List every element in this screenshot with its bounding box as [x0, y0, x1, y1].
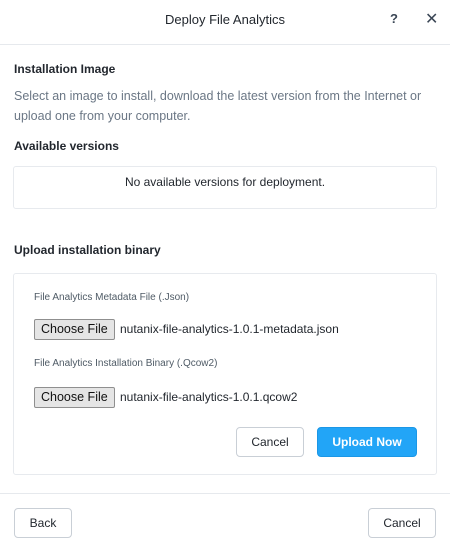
upload-binary-heading: Upload installation binary [14, 243, 161, 257]
installation-image-heading: Installation Image [14, 62, 116, 76]
binary-choose-file-button[interactable]: Choose File [34, 387, 115, 408]
deploy-dialog: Deploy File Analytics ? ✕ Installation I… [0, 0, 450, 549]
binary-file-name: nutanix-file-analytics-1.0.1.qcow2 [120, 390, 298, 404]
upload-cancel-button[interactable]: Cancel [236, 427, 304, 457]
metadata-file-label: File Analytics Metadata File (.Json) [34, 292, 190, 303]
dialog-header: Deploy File Analytics ? ✕ [0, 0, 450, 45]
dialog-footer: Back Cancel [0, 493, 450, 550]
metadata-choose-file-button[interactable]: Choose File [34, 319, 115, 340]
upload-panel: File Analytics Metadata File (.Json) Cho… [13, 273, 437, 475]
help-icon[interactable]: ? [390, 11, 398, 26]
metadata-file-name: nutanix-file-analytics-1.0.1-metadata.js… [120, 322, 339, 336]
installation-image-description: Select an image to install, download the… [14, 89, 422, 123]
binary-file-label: File Analytics Installation Binary (.Qco… [34, 358, 218, 369]
no-versions-message: No available versions for deployment. [124, 175, 326, 189]
upload-now-button[interactable]: Upload Now [317, 427, 417, 457]
available-versions-list: No available versions for deployment. [13, 166, 437, 209]
close-icon[interactable]: ✕ [425, 9, 438, 29]
footer-cancel-button[interactable]: Cancel [368, 508, 436, 538]
dialog-title: Deploy File Analytics [165, 12, 285, 27]
available-versions-heading: Available versions [14, 139, 119, 153]
back-button[interactable]: Back [14, 508, 72, 538]
